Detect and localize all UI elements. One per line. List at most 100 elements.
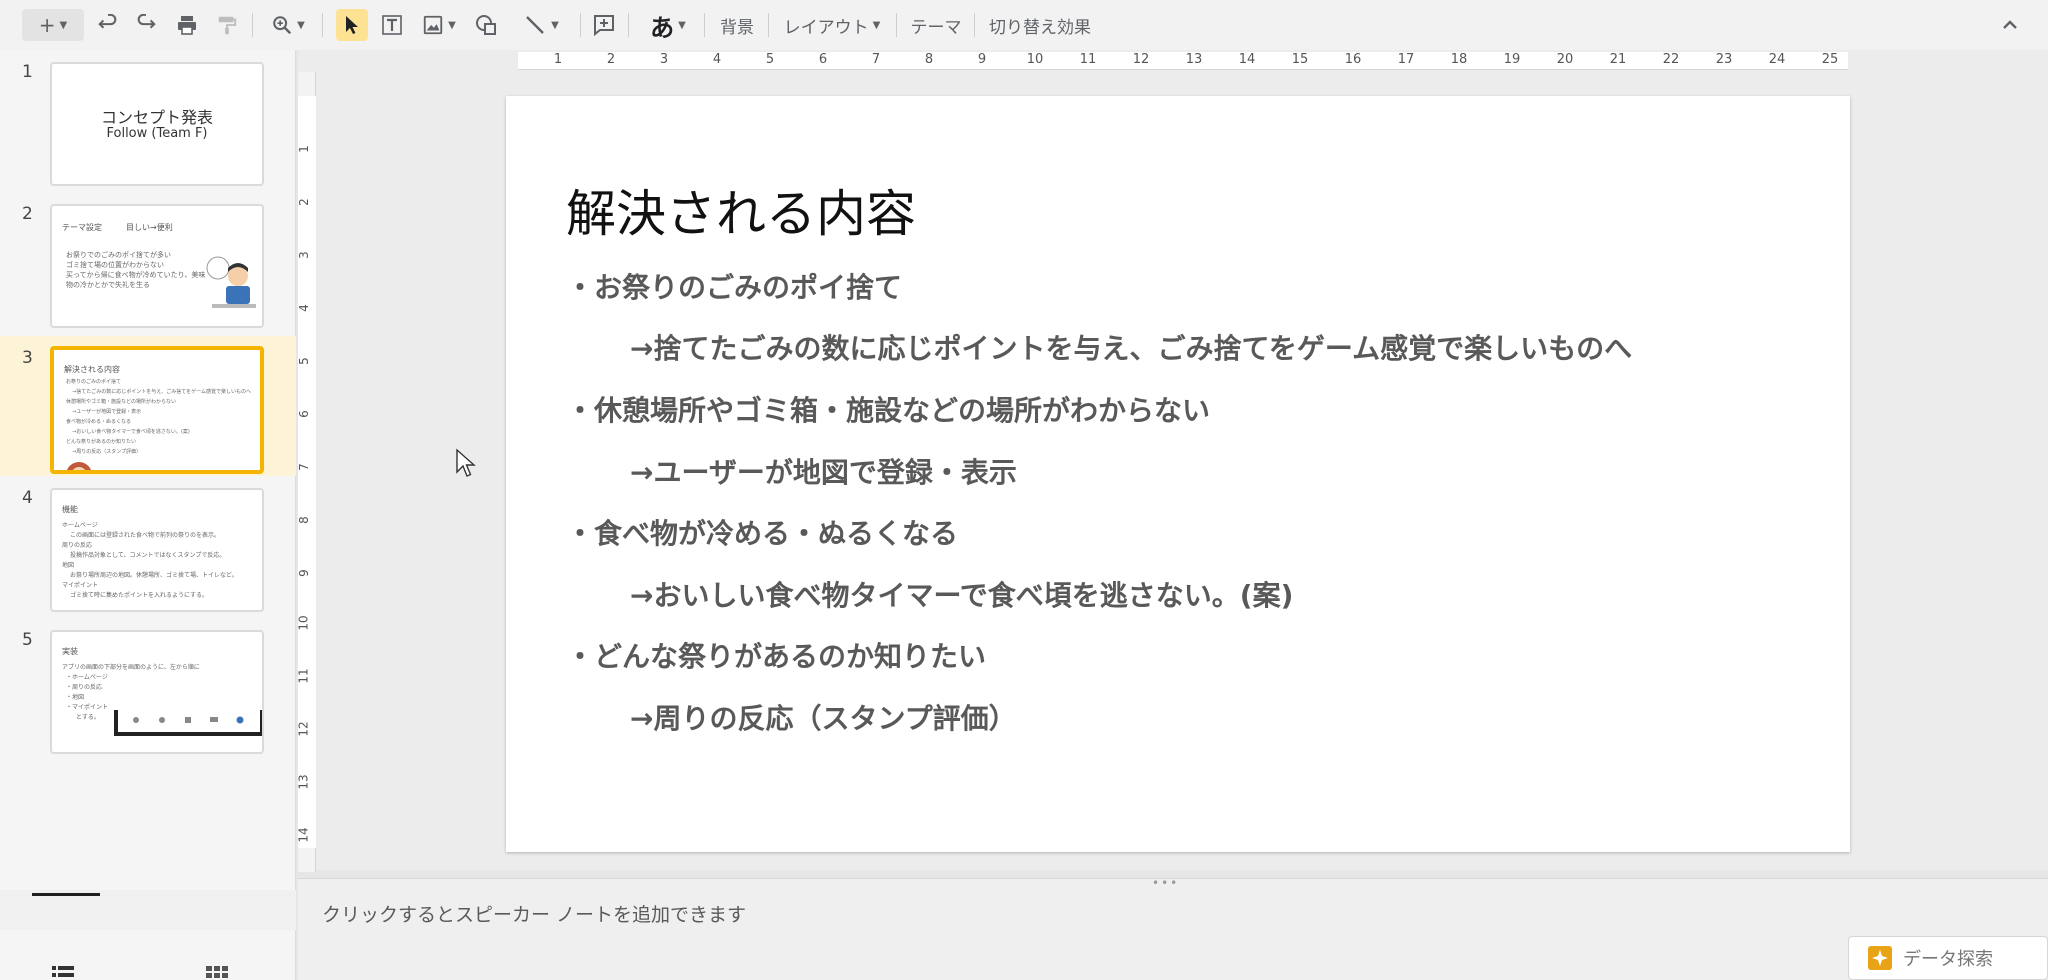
- thumbnail-line: →周りの反応（スタンプ評価）: [72, 449, 142, 455]
- thumbnail-line: 地図: [62, 562, 75, 569]
- slide-thumbnail[interactable]: 実装 アプリの画面の下部分を画面のように、左から順に ・ホームページ ・周りの反…: [50, 630, 264, 754]
- insert-image-button[interactable]: ▼: [416, 9, 462, 41]
- ruler-tick: 25: [1821, 52, 1839, 67]
- undo-button[interactable]: [94, 9, 122, 41]
- explore-button[interactable]: データ探索: [1848, 936, 2048, 980]
- paint-roller-icon: [218, 16, 237, 35]
- collapse-toolbar-button[interactable]: [1996, 9, 2024, 41]
- speaker-notes-placeholder[interactable]: クリックするとスピーカー ノートを追加できます: [322, 900, 746, 927]
- toolbar-divider: [322, 13, 323, 37]
- zoom-button[interactable]: ▼: [262, 9, 314, 41]
- layout-button[interactable]: レイアウト ▼: [778, 9, 886, 41]
- ruler-tick: 2: [606, 52, 616, 67]
- thumbnail-line: お祭り場所周辺の地図。休憩場所、ゴミ捨て場、トイレなど。: [70, 572, 238, 579]
- toolbar-divider: [768, 13, 769, 37]
- slide-thumbnail[interactable]: コンセプト発表 Follow (Team F): [50, 62, 264, 186]
- layout-label: レイアウト: [783, 17, 869, 38]
- ruler-tick: 10: [1026, 52, 1044, 67]
- paint-format-button[interactable]: [212, 9, 242, 41]
- ruler-tick: 11: [1079, 52, 1097, 67]
- filmstrip-slide-2[interactable]: 2 テーマ設定 目しい→便利 お祭りでのごみのポイ捨てが多い ゴミ捨て場の位置が…: [0, 194, 296, 328]
- chevron-down-icon: ▼: [448, 19, 456, 31]
- thumbnail-line: ・ホームページ: [66, 674, 108, 681]
- ruler-tick: 22: [1662, 52, 1680, 67]
- insert-comment-button[interactable]: [588, 9, 620, 41]
- slide-number: 2: [22, 204, 33, 224]
- slide-sub-bullet[interactable]: →おいしい食べ物タイマーで食べ頃を逃さない。(案): [630, 574, 1293, 614]
- chevron-down-icon: ▼: [678, 19, 686, 31]
- input-tools-button[interactable]: あ ▼: [640, 9, 696, 42]
- thumbnail-line: ホームページ: [62, 522, 98, 529]
- transition-button[interactable]: 切り替え効果: [984, 9, 1096, 41]
- filmstrip-slide-1[interactable]: 1 コンセプト発表 Follow (Team F): [0, 52, 296, 186]
- theme-button[interactable]: テーマ: [904, 9, 968, 41]
- current-slide[interactable]: 解決される内容 ・お祭りのごみのポイ捨て →捨てたごみの数に応じポイントを与え、…: [506, 96, 1850, 852]
- slide-number: 3: [22, 348, 33, 368]
- slide-bullet[interactable]: ・食べ物が冷める・ぬるくなる: [566, 512, 958, 552]
- ruler-tick: 11: [296, 668, 311, 684]
- thumbnail-line: どんな祭りがあるのか知りたい: [66, 439, 137, 445]
- ruler-tick: 18: [1450, 52, 1468, 67]
- explore-star-icon: [1868, 946, 1892, 970]
- thumbnail-line: ・周りの反応: [66, 684, 103, 691]
- filmstrip-view-indicator: [32, 893, 100, 896]
- chevron-down-icon[interactable]: ▼: [60, 20, 68, 31]
- grid-view-icon[interactable]: [206, 962, 228, 980]
- print-icon: [178, 16, 196, 35]
- slide-bullet[interactable]: ・どんな祭りがあるのか知りたい: [566, 635, 986, 675]
- ruler-tick: 13: [1185, 52, 1203, 67]
- thumbnail-title: 機能: [62, 505, 78, 514]
- slide-sub-bullet[interactable]: →周りの反応（スタンプ評価）: [630, 697, 1017, 737]
- thumbnail-line: 买ってから帰に食べ物が冷めていたり、美味物の冷かとかで失礼を生る: [66, 271, 206, 289]
- filmstrip-slide-4[interactable]: 4 機能 ホームページ この画面には登録された食べ物で前列の祭りのを表示。 周り…: [0, 478, 296, 612]
- filmstrip-view-icon[interactable]: [52, 962, 74, 980]
- input-mode-label: あ: [650, 13, 675, 42]
- slide-sub-bullet[interactable]: →捨てたごみの数に応じポイントを与え、ごみ捨てをゲーム感覚で楽しいものへ: [630, 327, 1632, 367]
- slide-number: 1: [22, 62, 33, 82]
- line-tool-button[interactable]: ▼: [514, 9, 568, 41]
- select-tool-button[interactable]: [336, 9, 368, 41]
- filmstrip-slide-3[interactable]: 3 解決される内容 お祭りのごみのポイ捨て →捨てたごみの数に応じポイントを与え…: [0, 336, 296, 476]
- ruler-tick: 5: [296, 357, 311, 365]
- ruler-tick: 9: [977, 52, 987, 67]
- thumbnail-line: お祭りでのごみのポイ捨てが多い: [66, 251, 171, 259]
- redo-button[interactable]: [132, 9, 160, 41]
- toolbar-divider: [252, 13, 253, 37]
- slide-title[interactable]: 解決される内容: [566, 174, 916, 246]
- background-button[interactable]: 背景: [712, 9, 762, 41]
- ruler-tick: 17: [1397, 52, 1415, 67]
- ruler-tick: 8: [924, 52, 934, 67]
- thumbnail-line: 休憩場所やゴミ箱・施設などの場所がわからない: [66, 399, 177, 405]
- thumbnail-title: 解決される内容: [64, 365, 120, 374]
- shape-button[interactable]: [470, 9, 502, 41]
- thumbnail-line: ・地図: [66, 694, 85, 701]
- thumbnail-line: お祭りのごみのポイ捨て: [66, 379, 122, 385]
- slide-bullet[interactable]: ・休憩場所やゴミ箱・施設などの場所がわからない: [566, 389, 1210, 429]
- slide-thumbnail-selected[interactable]: 解決される内容 お祭りのごみのポイ捨て →捨てたごみの数に応じポイントを与え、ご…: [50, 346, 264, 474]
- slide-sub-bullet[interactable]: →ユーザーが地図で登録・表示: [630, 451, 1017, 491]
- ruler-tick: 7: [296, 463, 311, 471]
- text-box-button[interactable]: [376, 9, 408, 41]
- notes-resize-handle[interactable]: •••: [1152, 876, 1179, 890]
- image-icon: [423, 15, 443, 35]
- slide-bullet[interactable]: ・お祭りのごみのポイ捨て: [566, 266, 902, 306]
- ruler-tick: 9: [296, 569, 311, 577]
- slide-thumbnail[interactable]: 機能 ホームページ この画面には登録された食べ物で前列の祭りのを表示。 周りの反…: [50, 488, 264, 612]
- app-tab-bar-illustration: [114, 710, 262, 736]
- ruler-tick: 12: [296, 721, 311, 737]
- new-slide-button[interactable]: + ▼: [22, 9, 84, 41]
- filmstrip-slide-5[interactable]: 5 実装 アプリの画面の下部分を画面のように、左から順に ・ホームページ ・周り…: [0, 620, 296, 754]
- thumbnail-line: ゴミ捨て時に集めたポイントを入れるようにする。: [70, 592, 209, 599]
- ruler-tick: 3: [659, 52, 669, 67]
- toolbar-divider: [896, 13, 897, 37]
- add-comment-icon: [594, 15, 614, 37]
- thumbnail-line: →ユーザーが地図で登録・表示: [72, 409, 142, 415]
- redo-icon: [137, 14, 156, 29]
- slide-thumbnail[interactable]: テーマ設定 目しい→便利 お祭りでのごみのポイ捨てが多い ゴミ捨て場の位置がわか…: [50, 204, 264, 328]
- explore-label: データ探索: [1903, 949, 1993, 970]
- chevron-up-icon: [2003, 20, 2017, 29]
- print-button[interactable]: [172, 9, 202, 41]
- slide-number: 4: [22, 488, 33, 508]
- speaker-notes-panel[interactable]: [298, 878, 2048, 980]
- thumbnail-line: 食べ物が冷める・ぬるくなる: [66, 419, 132, 425]
